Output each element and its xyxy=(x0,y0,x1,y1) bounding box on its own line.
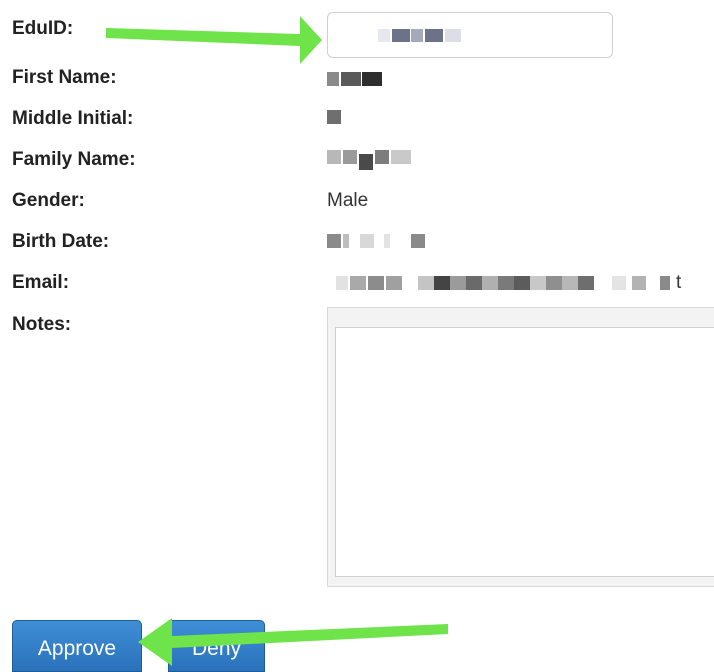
birth-date-redacted-value xyxy=(343,234,349,248)
first-name-redacted-value xyxy=(341,72,361,86)
label-notes: Notes: xyxy=(12,314,72,335)
email-redacted-value xyxy=(632,276,646,290)
eduid-redacted-value xyxy=(425,29,443,42)
email-redacted-value xyxy=(612,276,626,290)
family-name-redacted-value xyxy=(359,154,373,170)
email-redacted-value xyxy=(368,276,384,290)
email-redacted-value xyxy=(450,276,466,290)
birth-date-redacted-value xyxy=(384,234,390,248)
label-eduid: EduID: xyxy=(12,18,74,39)
family-name-redacted-value xyxy=(327,150,341,164)
email-redacted-value xyxy=(530,276,546,290)
eduid-redacted-value xyxy=(445,29,461,42)
family-name-redacted-value xyxy=(375,150,389,164)
email-redacted-value xyxy=(498,276,514,290)
label-first-name: First Name: xyxy=(12,67,117,88)
gender-value: Male xyxy=(327,190,369,211)
family-name-redacted-value xyxy=(343,150,357,164)
email-redacted-value xyxy=(482,276,498,290)
birth-date-redacted-value xyxy=(327,234,341,248)
label-gender: Gender: xyxy=(12,190,85,211)
eduid-redacted-value xyxy=(411,29,423,42)
email-redacted-value xyxy=(562,276,578,290)
family-name-redacted-value xyxy=(391,150,411,164)
email-redacted-value xyxy=(466,276,482,290)
label-middle-initial: Middle Initial: xyxy=(12,108,134,129)
eduid-field[interactable] xyxy=(327,12,613,58)
email-redacted-value xyxy=(336,276,348,290)
email-redacted-value xyxy=(546,276,562,290)
notes-textarea[interactable] xyxy=(335,327,714,577)
eduid-redacted-value xyxy=(392,29,410,42)
eduid-redacted-value xyxy=(378,29,390,42)
email-redacted-value xyxy=(578,276,594,290)
email-visible-tail: t xyxy=(676,272,682,293)
middle-initial-redacted-value xyxy=(327,110,341,124)
email-redacted-value xyxy=(514,276,530,290)
first-name-redacted-value xyxy=(362,72,382,86)
first-name-redacted-value xyxy=(327,72,339,86)
arrow-to-eduid-icon xyxy=(106,16,322,64)
birth-date-redacted-value xyxy=(411,234,425,248)
email-redacted-value xyxy=(434,276,450,290)
birth-date-redacted-value xyxy=(360,234,374,248)
label-family-name: Family Name: xyxy=(12,149,136,170)
label-email: Email: xyxy=(12,272,70,293)
email-redacted-value xyxy=(418,276,434,290)
approve-button[interactable]: Approve xyxy=(12,620,142,672)
label-birth-date: Birth Date: xyxy=(12,231,110,252)
email-redacted-value xyxy=(386,276,402,290)
deny-button[interactable]: Deny xyxy=(168,620,265,672)
email-redacted-value xyxy=(660,276,670,290)
email-redacted-value xyxy=(350,276,366,290)
